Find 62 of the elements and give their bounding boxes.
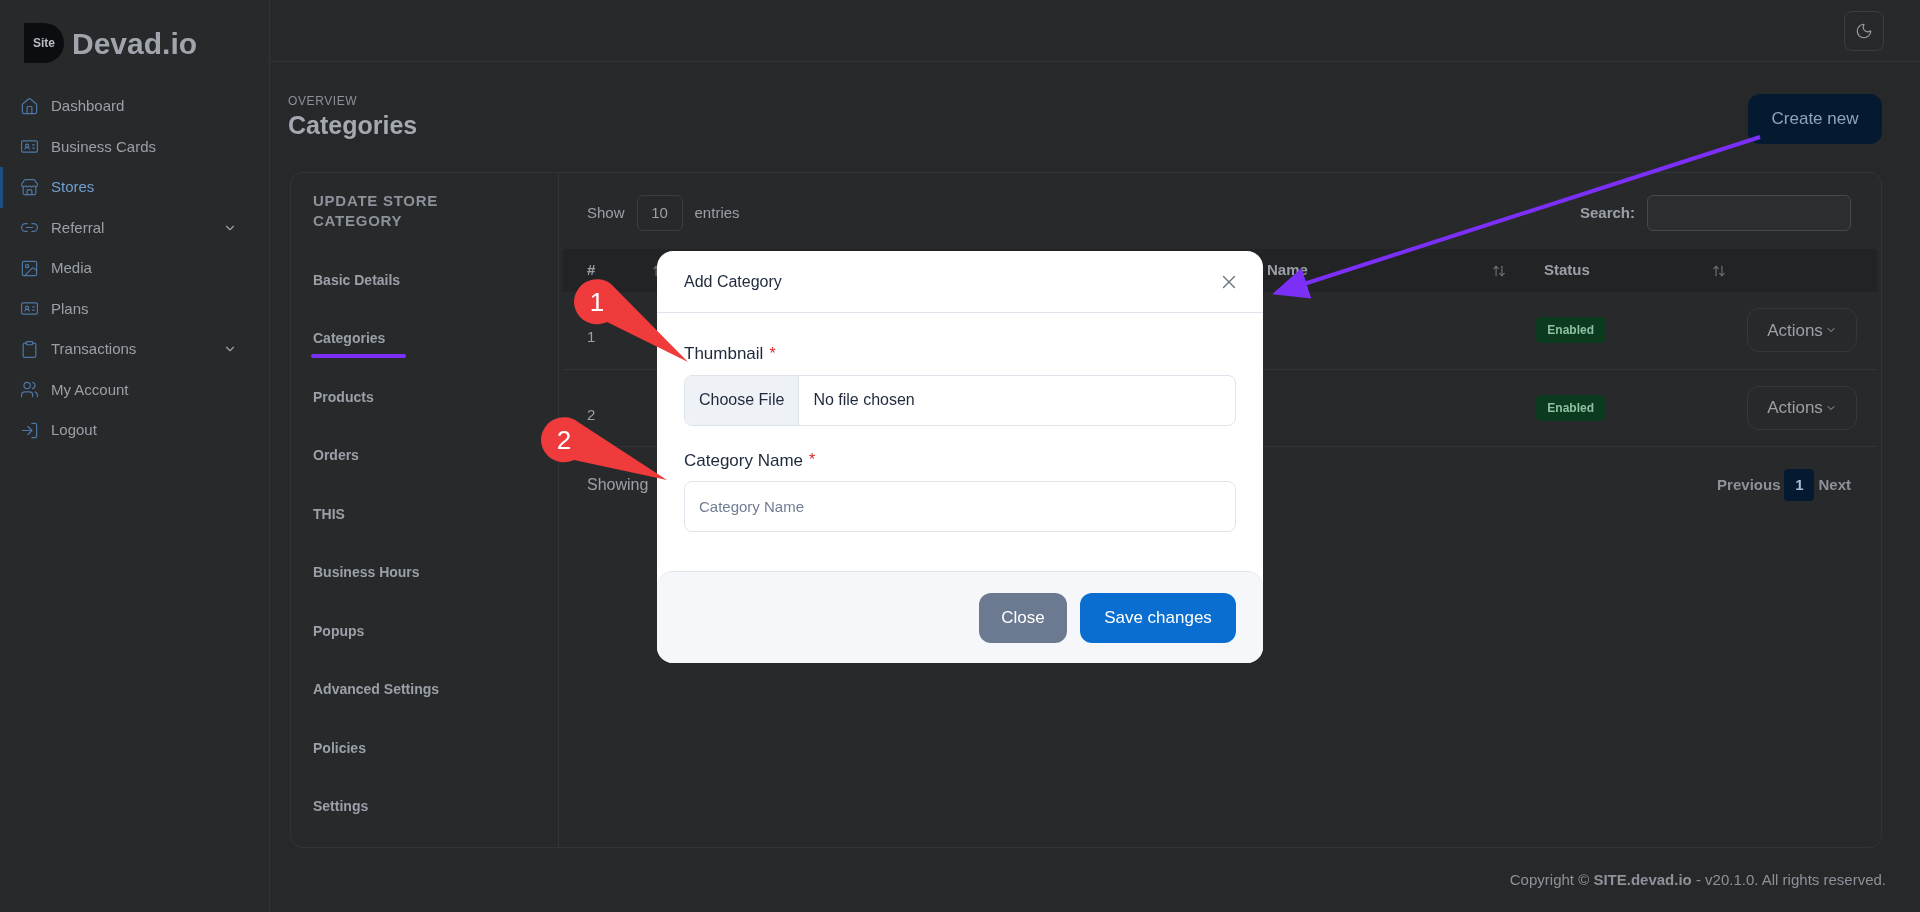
clipboard-icon	[20, 339, 39, 359]
panel-nav-item[interactable]: Orders	[313, 426, 359, 485]
login-icon	[20, 420, 39, 440]
users-icon	[20, 380, 39, 400]
moon-icon	[1855, 21, 1873, 40]
create-new-button[interactable]: Create new	[1748, 94, 1882, 144]
sort-icon[interactable]	[1492, 263, 1506, 278]
column-header[interactable]: #	[587, 259, 596, 282]
status-badge: Enabled	[1535, 394, 1607, 421]
sidebar-item[interactable]: Stores	[0, 167, 269, 208]
entries-label: entries	[694, 202, 740, 223]
image-icon	[20, 258, 39, 278]
panel-nav-item[interactable]: Business Hours	[313, 543, 420, 602]
logo-badge: Site	[24, 23, 64, 63]
sidebar-item[interactable]: Plans	[0, 288, 269, 329]
panel-nav-item[interactable]: Policies	[313, 719, 366, 778]
column-header[interactable]: Status	[1544, 259, 1590, 282]
store-icon	[20, 177, 39, 197]
page-button[interactable]: 1	[1784, 469, 1815, 501]
file-status: No file chosen	[812, 390, 915, 410]
search-field[interactable]	[1647, 195, 1851, 231]
page-title: Categories	[288, 110, 418, 141]
choose-file-button[interactable]: Choose File	[685, 375, 800, 425]
sidebar-item[interactable]: Dashboard	[0, 86, 269, 127]
sort-icon[interactable]	[1712, 263, 1726, 278]
save-button[interactable]: Save changes	[1080, 592, 1236, 643]
sidebar-item[interactable]: Logout	[0, 410, 269, 451]
page-overline: OVERVIEW	[288, 93, 359, 110]
status-badge: Enabled	[1535, 317, 1607, 344]
search-label: Search:	[1579, 202, 1635, 223]
logo-text: Devad.io	[72, 25, 198, 62]
actions-dropdown-button[interactable]: Actions	[1747, 385, 1857, 430]
theme-toggle-button[interactable]	[1844, 10, 1884, 51]
page-size-select[interactable]: 10	[636, 195, 683, 231]
required-mark: *	[769, 343, 776, 364]
sidebar-item[interactable]: Referral	[0, 207, 269, 248]
copyright-text: Copyright © SITE.devad.io - v20.1.0. All rights reserved.	[1509, 869, 1886, 890]
previous-link[interactable]: Previous	[1717, 473, 1781, 497]
panel-nav-item[interactable]: Basic Details	[313, 251, 401, 310]
panel-nav-item[interactable]: Products	[313, 368, 374, 427]
sidebar-item[interactable]: My Account	[0, 369, 269, 410]
category-name-field[interactable]: Category Name	[684, 481, 1236, 532]
required-mark: *	[809, 450, 816, 471]
row-number: 1	[587, 327, 596, 347]
panel-nav-item[interactable]: Settings	[313, 777, 369, 836]
sidebar-item[interactable]: Transactions	[0, 329, 269, 370]
sidebar-item[interactable]: Business Cards	[0, 126, 269, 167]
modal-title: Add Category	[684, 271, 782, 292]
house-icon	[20, 96, 39, 116]
close-dialog-button[interactable]: Close	[979, 592, 1067, 643]
panel-nav-item[interactable]: Advanced Settings	[313, 660, 440, 719]
panel-nav-item[interactable]: Popups	[313, 602, 365, 661]
next-link[interactable]: Next	[1818, 473, 1851, 497]
field-label: Thumbnail	[684, 343, 764, 365]
panel-nav-item[interactable]: THIS	[313, 485, 345, 544]
actions-dropdown-button[interactable]: Actions	[1747, 308, 1857, 353]
sidebar-item[interactable]: Media	[0, 248, 269, 289]
field-label: Category Name	[684, 449, 804, 472]
show-label: Show	[587, 202, 625, 223]
panel-nav-item[interactable]: Categories	[313, 309, 386, 368]
panel-title: UPDATE STORE CATEGORY	[313, 191, 440, 231]
file-input[interactable]: Choose File No file chosen	[684, 374, 1236, 426]
